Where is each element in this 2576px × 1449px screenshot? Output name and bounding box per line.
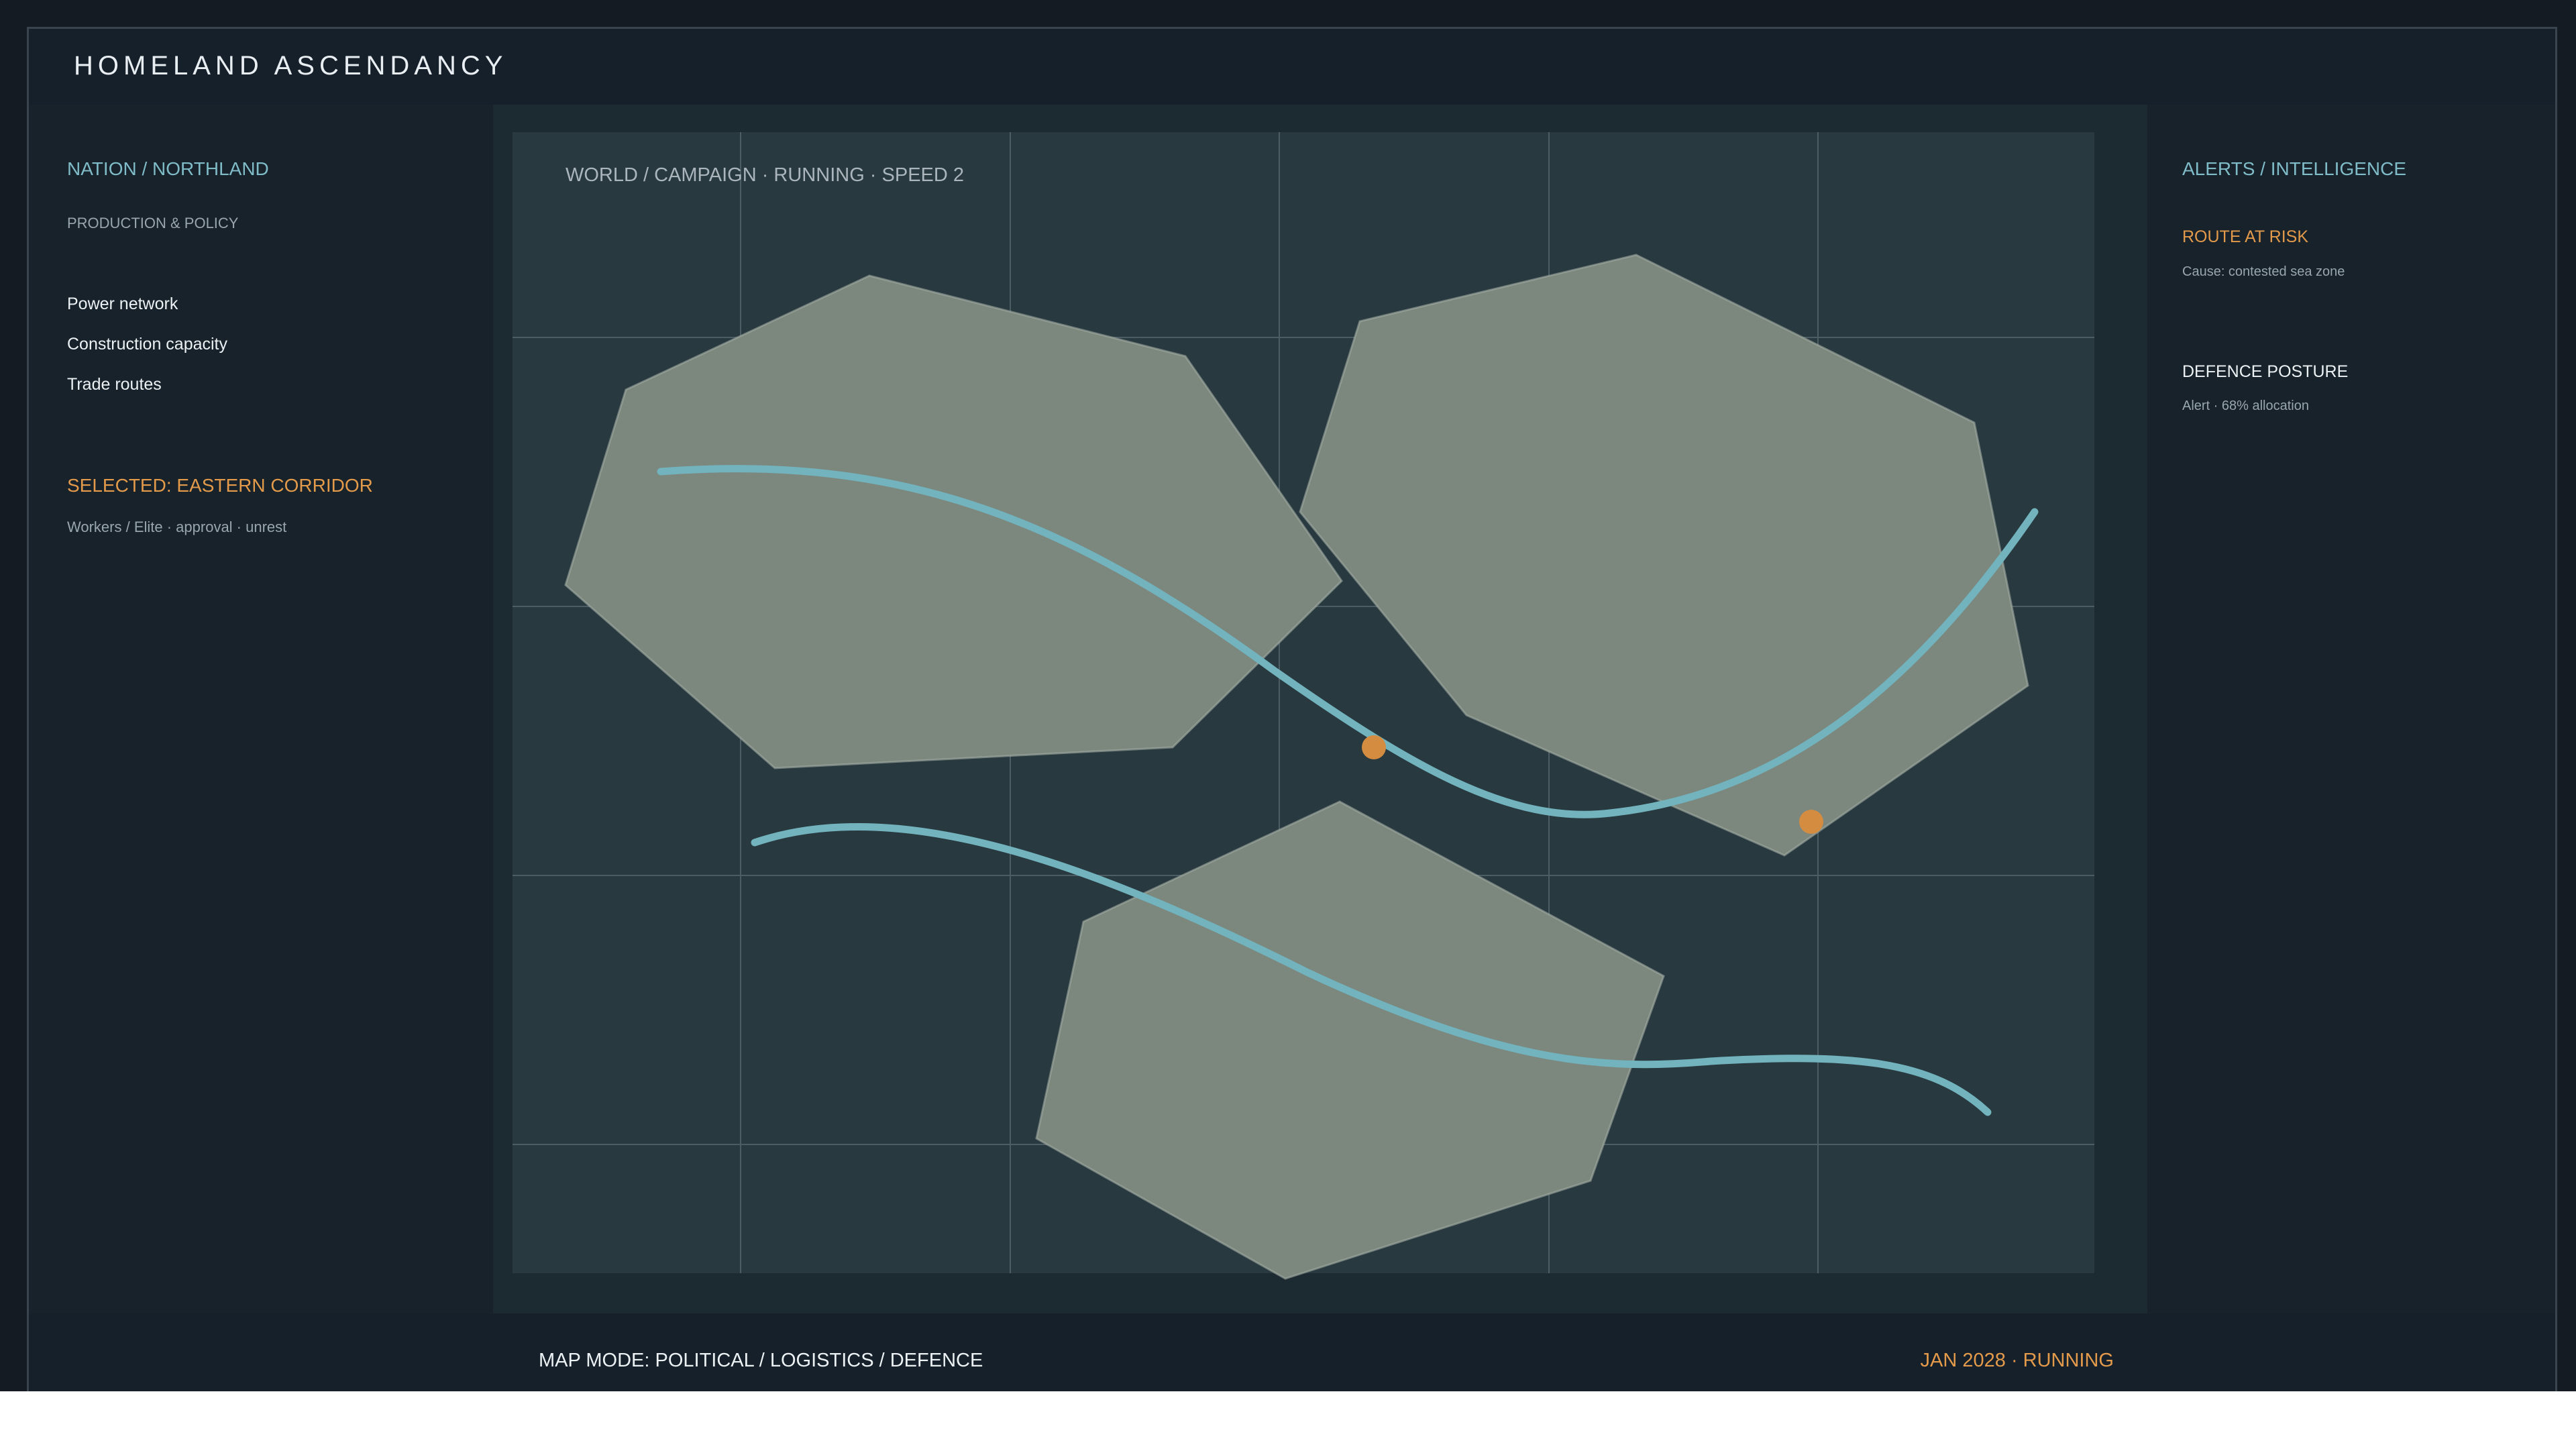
right-panel <box>2147 105 2555 1313</box>
map-mode-selector[interactable]: MAP MODE: POLITICAL / LOGISTICS / DEFENC… <box>539 1350 983 1372</box>
defence-alert-marker[interactable] <box>1799 810 1823 834</box>
map-status-header: WORLD / CAMPAIGN · RUNNING · SPEED 2 <box>566 164 965 186</box>
route-risk-marker[interactable] <box>1362 735 1386 759</box>
alert-defence-posture-detail: Alert · 68% allocation <box>2182 398 2309 413</box>
alert-route-at-risk-detail: Cause: contested sea zone <box>2182 264 2345 279</box>
game-screen: HOMELAND ASCENDANCY NATION / NORTHLAND P… <box>0 0 2576 1391</box>
alert-route-at-risk[interactable]: ROUTE AT RISK <box>2182 227 2308 247</box>
alerts-title: ALERTS / INTELLIGENCE <box>2182 158 2407 179</box>
alert-defence-posture[interactable]: DEFENCE POSTURE <box>2182 362 2348 382</box>
game-date-status: JAN 2028 · RUNNING <box>1920 1350 2114 1371</box>
